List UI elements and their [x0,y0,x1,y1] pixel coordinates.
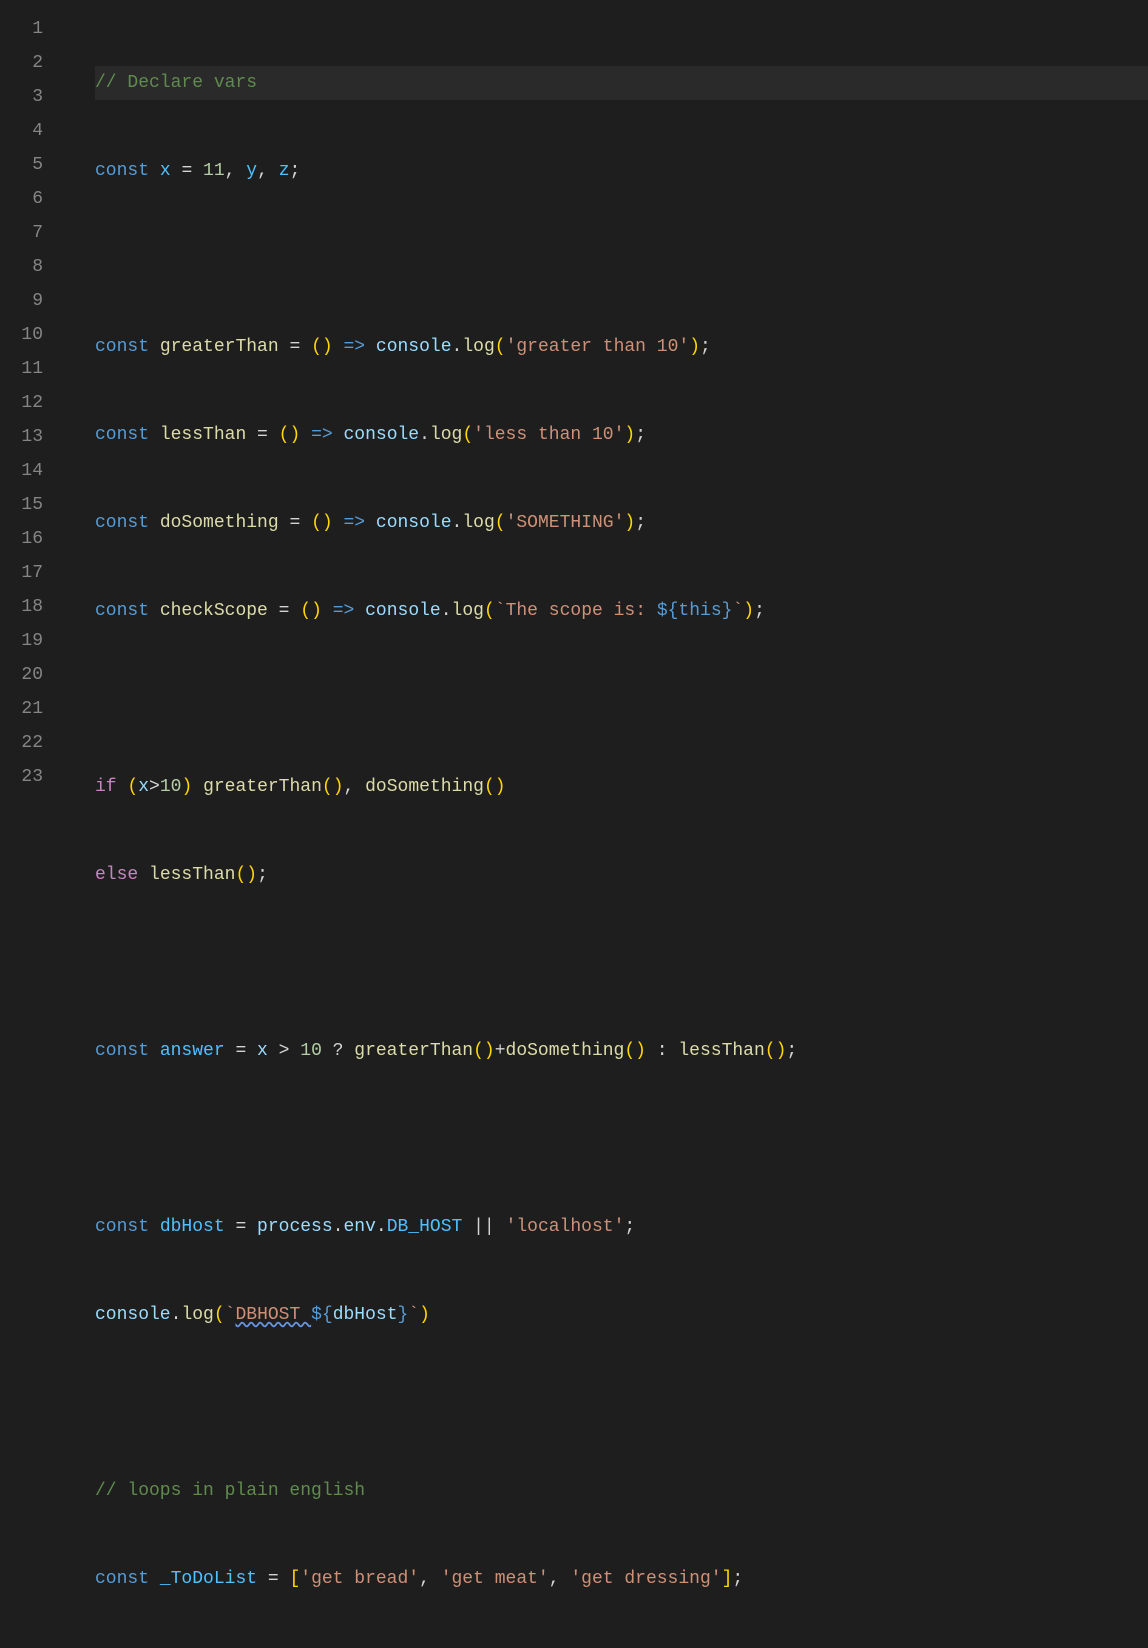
line-number: 5 [0,148,43,182]
line-number: 22 [0,726,43,760]
code-line[interactable]: console.log(`DBHOST ${dbHost}`) [95,1298,1148,1332]
code-line[interactable]: const _ToDoList = ['get bread', 'get mea… [95,1562,1148,1596]
code-line[interactable]: const dbHost = process.env.DB_HOST || 'l… [95,1210,1148,1244]
code-line[interactable]: const lessThan = () => console.log('less… [95,418,1148,452]
line-number: 8 [0,250,43,284]
code-line[interactable] [95,1386,1148,1420]
comment: // Declare vars [95,73,257,93]
line-number: 6 [0,182,43,216]
line-number: 17 [0,556,43,590]
line-number: 13 [0,420,43,454]
line-number: 1 [0,12,43,46]
code-line[interactable]: const checkScope = () => console.log(`Th… [95,594,1148,628]
code-line[interactable]: if (x>10) greaterThan(), doSomething() [95,770,1148,804]
line-number: 10 [0,318,43,352]
code-area[interactable]: // Declare vars const x = 11, y, z; cons… [65,12,1148,824]
code-line[interactable]: // Declare vars [95,66,1148,100]
line-number: 11 [0,352,43,386]
code-line[interactable]: // loops in plain english [95,1474,1148,1508]
line-number: 18 [0,590,43,624]
line-number: 7 [0,216,43,250]
code-line[interactable]: const x = 11, y, z; [95,154,1148,188]
line-number: 21 [0,692,43,726]
line-number: 4 [0,114,43,148]
code-line[interactable] [95,242,1148,276]
line-number: 3 [0,80,43,114]
line-number: 15 [0,488,43,522]
line-number: 12 [0,386,43,420]
code-line[interactable] [95,682,1148,716]
line-number: 23 [0,760,43,794]
code-line[interactable]: const answer = x > 10 ? greaterThan()+do… [95,1034,1148,1068]
line-number: 16 [0,522,43,556]
line-number: 19 [0,624,43,658]
line-number-gutter: 1234567891011121314151617181920212223 [0,12,65,824]
line-number: 9 [0,284,43,318]
line-number: 2 [0,46,43,80]
code-line[interactable]: else lessThan(); [95,858,1148,892]
code-line[interactable] [95,1122,1148,1156]
code-line[interactable]: const greaterThan = () => console.log('g… [95,330,1148,364]
line-number: 20 [0,658,43,692]
spell-squiggle: DBHOST [235,1305,311,1325]
code-editor[interactable]: 1234567891011121314151617181920212223 //… [0,0,1148,824]
line-number: 14 [0,454,43,488]
code-line[interactable] [95,946,1148,980]
code-line[interactable]: const doSomething = () => console.log('S… [95,506,1148,540]
